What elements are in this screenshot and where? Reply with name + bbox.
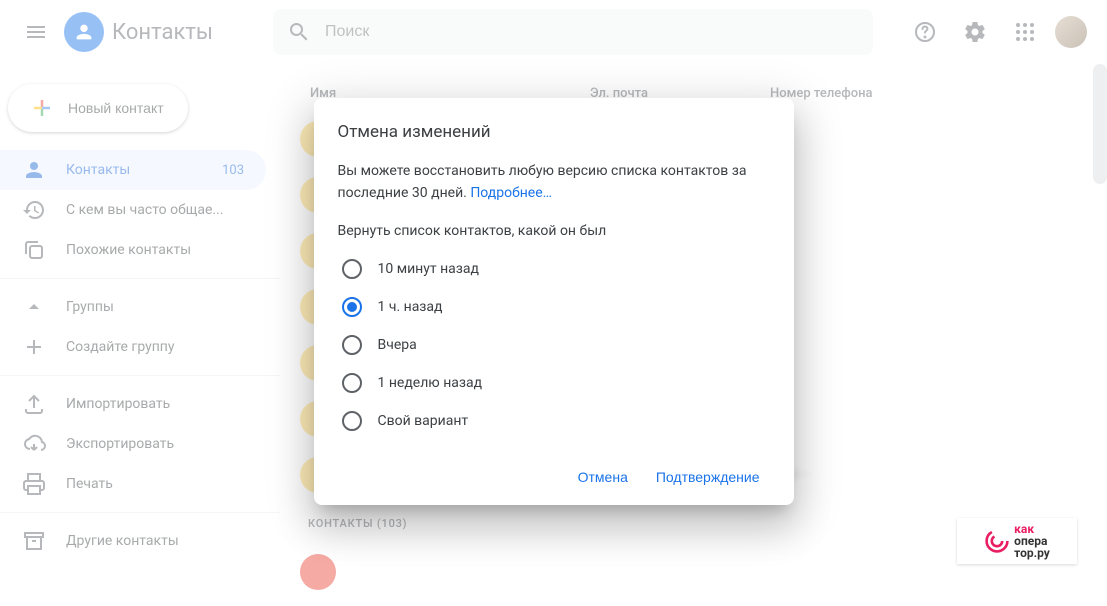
dialog-title: Отмена изменений: [338, 122, 770, 142]
radio-label: 1 неделю назад: [378, 375, 483, 391]
dialog-description: Вы можете восстановить любую версию спис…: [338, 160, 770, 205]
radio-group: 10 минут назад 1 ч. назад Вчера 1 неделю на…: [338, 253, 770, 437]
undo-changes-dialog: Отмена изменений Вы можете восстановить …: [314, 98, 794, 505]
radio-option[interactable]: Вчера: [342, 329, 766, 361]
radio-label: 10 минут назад: [378, 261, 479, 277]
confirm-button[interactable]: Подтверждение: [646, 461, 770, 493]
radio-icon: [342, 373, 362, 393]
cancel-button[interactable]: Отмена: [568, 461, 638, 493]
dialog-actions: Отмена Подтверждение: [338, 461, 770, 493]
radio-icon: [342, 259, 362, 279]
radio-label: Вчера: [378, 337, 417, 353]
radio-label: Свой вариант: [378, 413, 469, 429]
radio-icon: [342, 297, 362, 317]
watermark-line3: тор.ру: [1014, 547, 1050, 559]
dialog-subtitle: Вернуть список контактов, какой он был: [338, 223, 770, 239]
radio-label: 1 ч. назад: [378, 299, 443, 315]
radio-option[interactable]: 10 минут назад: [342, 253, 766, 285]
radio-option[interactable]: Свой вариант: [342, 405, 766, 437]
radio-option[interactable]: 1 ч. назад: [342, 291, 766, 323]
radio-icon: [342, 335, 362, 355]
modal-overlay: Отмена изменений Вы можете восстановить …: [0, 0, 1107, 606]
watermark-icon: [984, 528, 1010, 554]
watermark: как опера тор.ру: [957, 518, 1077, 564]
radio-option[interactable]: 1 неделю назад: [342, 367, 766, 399]
radio-icon: [342, 411, 362, 431]
learn-more-link[interactable]: Подробнее…: [470, 185, 552, 201]
